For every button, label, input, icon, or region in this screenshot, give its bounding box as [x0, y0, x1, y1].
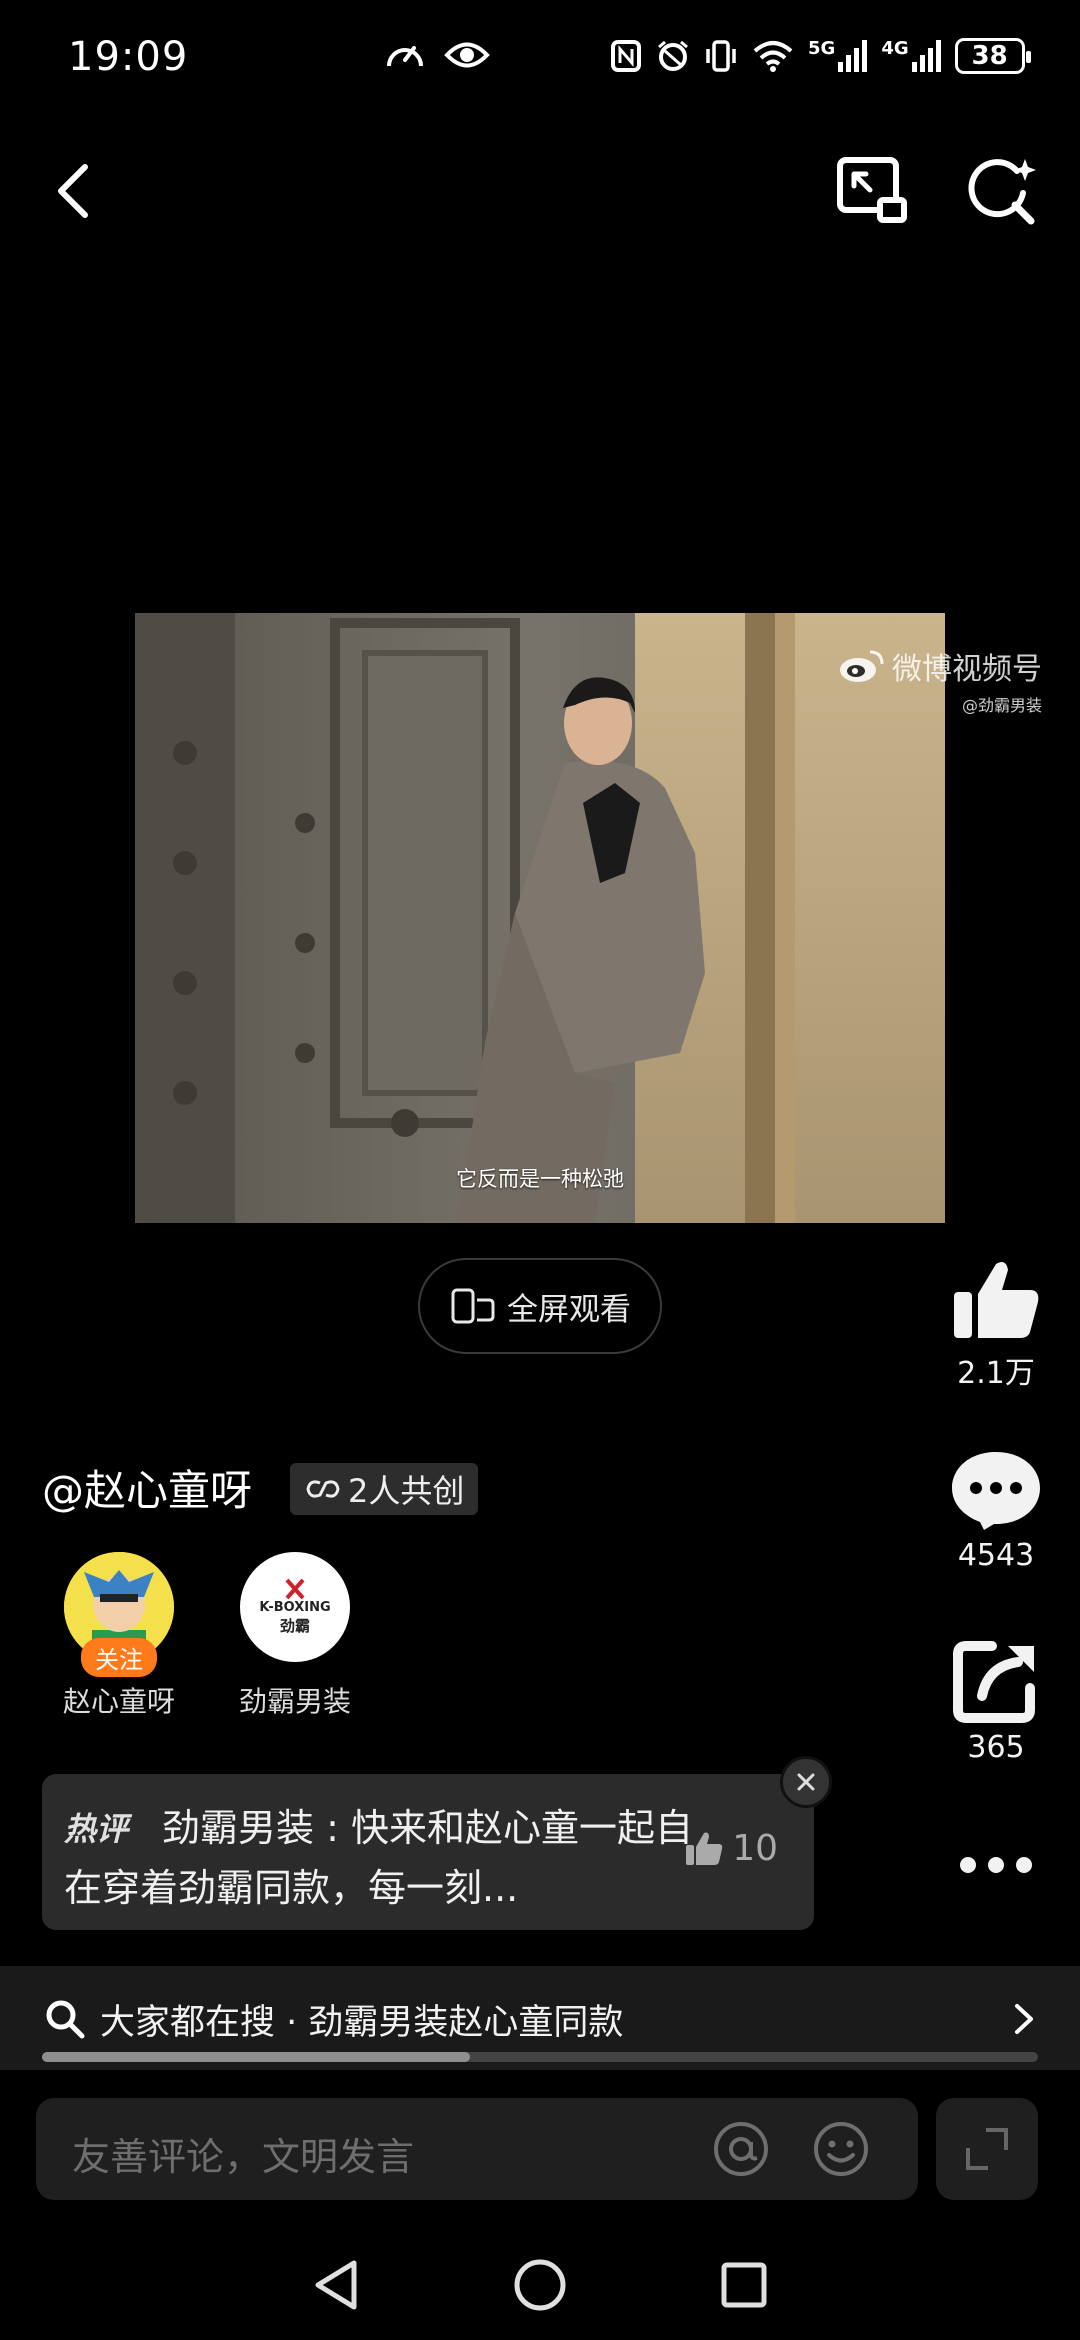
signal-icon [838, 40, 868, 72]
thumbs-up-icon [954, 1262, 1039, 1338]
speed-icon [387, 46, 423, 67]
cocreate-tag[interactable]: 2人共创 [290, 1463, 479, 1515]
fullscreen-label: 全屏观看 [507, 1291, 631, 1328]
share-button[interactable]: 365 [936, 1640, 1056, 1765]
video-progress-fill [42, 2052, 471, 2062]
trending-search-text: 大家都在搜 · 劲霸男装赵心童同款 [100, 2003, 624, 2043]
hot-comment-text: 劲霸男装 : 快来和赵心童一起自在穿着劲霸同款，每一刻... [64, 1806, 693, 1910]
cocreate-label: 2人共创 [348, 1472, 465, 1510]
signal-icon [911, 40, 941, 72]
nav-back-icon[interactable] [310, 2257, 362, 2313]
video-subtitle: 它反而是一种松弛 [456, 1167, 624, 1191]
eye-icon [444, 42, 490, 68]
comment-count: 4543 [957, 1538, 1035, 1573]
status-icons-right: 5G 4G 38 [610, 38, 1031, 74]
nav-recents-icon[interactable] [718, 2259, 770, 2311]
network-label-5g: 5G [808, 38, 836, 59]
video-frame [135, 613, 945, 1223]
avatar: K-BOXING 劲霸 [240, 1552, 350, 1662]
fullscreen-button[interactable]: 全屏观看 [418, 1258, 662, 1354]
creator-name: 赵心童呀 [62, 1685, 175, 1718]
hot-comment-close-button[interactable] [780, 1756, 832, 1808]
search-icon [46, 2000, 85, 2039]
hot-comment-like-count: 10 [732, 1828, 778, 1869]
author-name[interactable]: @赵心童呀 [42, 1457, 252, 1518]
comment-input[interactable]: 友善评论，文明发言 [36, 2098, 918, 2200]
chevron-right-icon [1015, 2004, 1033, 2034]
battery-icon: 38 [954, 38, 1031, 74]
hot-comment-card[interactable]: 热评 劲霸男装 : 快来和赵心童一起自在穿着劲霸同款，每一刻... 10 [42, 1774, 814, 1930]
picture-in-picture-icon [837, 157, 907, 223]
back-button[interactable] [38, 156, 108, 226]
picture-in-picture-button[interactable] [832, 152, 912, 228]
ai-search-icon [968, 159, 1036, 225]
back-icon [58, 164, 88, 218]
battery-level: 38 [971, 41, 1008, 71]
expand-comment-button[interactable] [936, 2098, 1038, 2200]
signal-5g: 5G [808, 38, 868, 72]
status-icons-left [384, 38, 490, 72]
creator-item-jinba[interactable]: K-BOXING 劲霸 劲霸男装 [220, 1552, 370, 1720]
vibrate-icon [706, 40, 736, 72]
video-watermark: 微博视频号 @劲霸男装 [838, 644, 1042, 716]
creator-item-zhao[interactable]: 关注 赵心童呀 [44, 1552, 194, 1720]
close-icon [797, 1773, 815, 1791]
hot-comment-like[interactable]: 10 [684, 1828, 778, 1869]
nfc-icon [611, 40, 641, 72]
watermark-brand: 微博视频号 [892, 652, 1042, 687]
comment-button[interactable]: 4543 [936, 1448, 1056, 1573]
video-progress-bar[interactable] [42, 2052, 1038, 2062]
weibo-logo-icon [840, 650, 884, 682]
network-label-4g: 4G [881, 38, 909, 59]
video-player[interactable]: 它反而是一种松弛 [135, 613, 945, 1223]
kboxing-logo-icon [285, 1578, 305, 1600]
link-icon [306, 1480, 340, 1498]
ai-search-button[interactable] [962, 152, 1042, 228]
wifi-icon [753, 41, 793, 72]
signal-4g: 4G [881, 38, 941, 72]
system-nav-bar [0, 2230, 1080, 2340]
rotate-screen-icon [451, 1288, 495, 1324]
watermark-handle: @劲霸男装 [961, 696, 1042, 715]
more-icon [960, 1857, 1032, 1873]
share-count: 365 [967, 1730, 1025, 1765]
share-icon [953, 1641, 1035, 1723]
nav-home-icon[interactable] [512, 2257, 568, 2313]
more-button[interactable] [936, 1850, 1056, 1880]
comment-bubble-icon [952, 1452, 1040, 1530]
emoji-icon[interactable] [812, 2120, 870, 2178]
status-time: 19:09 [68, 34, 189, 80]
follow-badge[interactable]: 关注 [81, 1638, 157, 1677]
expand-icon [966, 2128, 1008, 2170]
like-button[interactable]: 2.1万 [936, 1258, 1056, 1392]
comment-placeholder: 友善评论，文明发言 [72, 2135, 415, 2179]
like-count: 2.1万 [957, 1356, 1035, 1391]
logo-text-en: K-BOXING [259, 1600, 331, 1615]
logo-text-cn: 劲霸 [279, 1617, 310, 1635]
creator-name: 劲霸男装 [238, 1685, 351, 1718]
at-mention-icon[interactable] [712, 2120, 770, 2178]
hot-comment-text-wrap: 劲霸男装 : 快来和赵心童一起自在穿着劲霸同款，每一刻... [64, 1798, 704, 1918]
alarm-icon [658, 40, 688, 71]
thumbs-up-icon [686, 1832, 723, 1865]
